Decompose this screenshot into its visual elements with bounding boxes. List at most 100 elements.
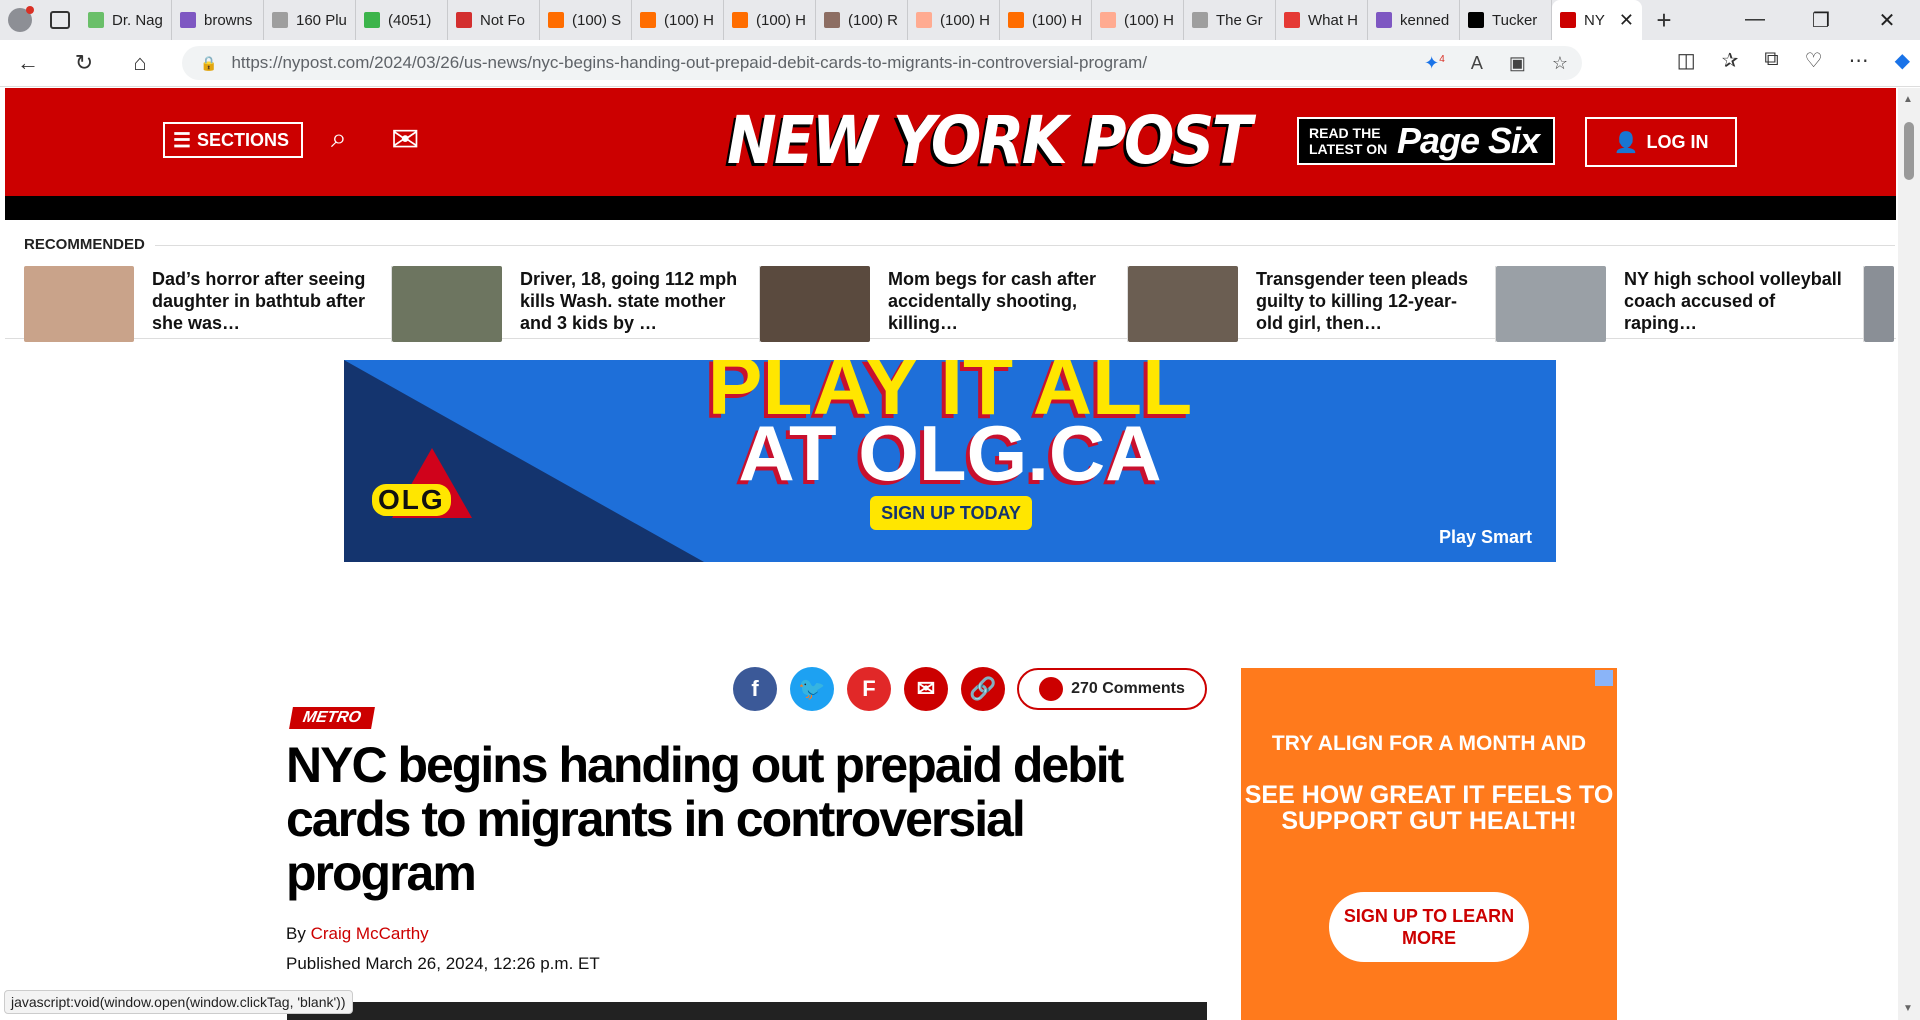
close-window-icon[interactable]: ✕ xyxy=(1854,8,1920,33)
tab-actions-icon[interactable] xyxy=(40,11,80,29)
article-headline: NYC begins handing out prepaid debit car… xyxy=(286,737,1124,901)
tab-3[interactable]: (4051) xyxy=(356,0,448,40)
close-tab-icon[interactable]: ✕ xyxy=(1611,10,1634,31)
lock-icon[interactable]: 🔒 xyxy=(200,55,217,72)
category-tag[interactable]: METRO xyxy=(289,707,375,729)
recommended-title[interactable]: Transgender teen pleads guilty to killin… xyxy=(1256,268,1476,334)
recommended-thumbnail[interactable] xyxy=(760,266,870,342)
mail-icon[interactable]: ✉ xyxy=(391,120,420,160)
url-text[interactable]: https://nypost.com/2024/03/26/us-news/ny… xyxy=(231,53,1147,73)
facebook-share-icon[interactable]: f xyxy=(733,667,777,711)
recommended-title[interactable]: Mom begs for cash after accidentally sho… xyxy=(888,268,1108,334)
scroll-up-icon[interactable]: ▲ xyxy=(1903,94,1913,105)
pagesix-small-text: READ THE LATEST ON xyxy=(1309,125,1388,157)
tab-favicon-icon xyxy=(88,12,104,28)
twitter-share-icon[interactable]: 🐦 xyxy=(790,667,834,711)
tab-2[interactable]: 160 Plu xyxy=(264,0,356,40)
web-page: ☰ SECTIONS ⌕ ✉ NEW YORK POST READ THE LA… xyxy=(5,88,1896,1020)
sections-label: SECTIONS xyxy=(196,129,289,150)
tab-favicon-icon xyxy=(548,12,564,28)
copy-link-icon[interactable]: 🔗 xyxy=(961,667,1005,711)
copilot-icon[interactable]: ◆ xyxy=(1895,48,1910,73)
ad-signup-button[interactable]: SIGN UP TODAY xyxy=(870,496,1032,530)
recommended-title[interactable]: Driver, 18, going 112 mph kills Wash. st… xyxy=(520,268,740,334)
profile-icon[interactable] xyxy=(0,0,40,40)
status-bar: javascript:void(window.open(window.click… xyxy=(4,990,353,1014)
adchoices-icon[interactable] xyxy=(1595,670,1613,686)
back-icon[interactable]: ← xyxy=(0,50,56,76)
tab-15[interactable]: Tucker xyxy=(1460,0,1552,40)
tab-title: (100) H xyxy=(1124,11,1175,29)
site-logo[interactable]: NEW YORK POST xyxy=(727,102,1252,179)
scroll-down-icon[interactable]: ▼ xyxy=(1903,1003,1913,1014)
tab-1[interactable]: browns xyxy=(172,0,264,40)
tab-favicon-icon xyxy=(1468,12,1484,28)
recommended-item[interactable]: Driver, 18, going 112 mph kills Wash. st… xyxy=(392,266,760,342)
collections-icon[interactable]: ⧉ xyxy=(1764,48,1778,73)
recommended-thumbnail[interactable] xyxy=(1864,266,1894,342)
tab-4[interactable]: Not Fo xyxy=(448,0,540,40)
pagesix-link[interactable]: READ THE LATEST ON Page Six xyxy=(1297,117,1555,165)
align-side-ad[interactable]: TRY ALIGN FOR A MONTH AND SEE HOW GREAT … xyxy=(1241,668,1617,1020)
extension-icon[interactable]: ✦4 xyxy=(1424,53,1445,74)
tab-10[interactable]: (100) H xyxy=(1000,0,1092,40)
tab-12[interactable]: The Gr xyxy=(1184,0,1276,40)
favorites-icon[interactable]: ✰ xyxy=(1722,48,1739,73)
tab-0[interactable]: Dr. Nag xyxy=(80,0,172,40)
restore-icon[interactable]: ❐ xyxy=(1788,8,1854,33)
tab-title: browns xyxy=(204,11,253,29)
side-ad-cta[interactable]: SIGN UP TO LEARN MORE xyxy=(1329,892,1529,962)
url-field[interactable]: 🔒 https://nypost.com/2024/03/26/us-news/… xyxy=(182,46,1582,80)
new-tab-button[interactable]: + xyxy=(1642,5,1686,36)
side-ad-text-1: TRY ALIGN FOR A MONTH AND xyxy=(1271,732,1587,755)
recommended-thumbnail[interactable] xyxy=(1128,266,1238,342)
app-available-icon[interactable]: ▣ xyxy=(1509,53,1526,74)
home-icon[interactable]: ⌂ xyxy=(112,50,168,76)
tab-9[interactable]: (100) H xyxy=(908,0,1000,40)
favorite-star-icon[interactable]: ☆ xyxy=(1552,53,1568,74)
author-link[interactable]: Craig McCarthy xyxy=(311,924,429,943)
extension-badge: 4 xyxy=(1439,53,1445,65)
olg-ad-banner[interactable]: PLAY IT ALL AT OLG.CA OLG SIGN UP TODAY … xyxy=(344,360,1556,562)
tab-active[interactable]: NY ✕ xyxy=(1552,0,1642,40)
flipboard-share-icon[interactable]: F xyxy=(847,667,891,711)
recommended-thumbnail[interactable] xyxy=(392,266,502,342)
byline: By Craig McCarthy xyxy=(286,924,429,944)
browser-essentials-icon[interactable]: ♡ xyxy=(1805,48,1823,73)
recommended-title[interactable]: NY high school volleyball coach accused … xyxy=(1624,268,1844,334)
split-screen-icon[interactable]: ◫ xyxy=(1677,48,1696,73)
search-icon[interactable]: ⌕ xyxy=(331,122,347,155)
tab-6[interactable]: (100) H xyxy=(632,0,724,40)
tab-5[interactable]: (100) S xyxy=(540,0,632,40)
scroll-thumb[interactable] xyxy=(1904,122,1914,180)
read-aloud-icon[interactable]: A xyxy=(1471,53,1483,74)
recommended-strip: RECOMMENDED Dad’s horror after seeing da… xyxy=(5,228,1896,342)
login-button[interactable]: 👤 LOG IN xyxy=(1585,117,1737,167)
email-share-icon[interactable]: ✉ xyxy=(904,667,948,711)
tab-favicon-icon xyxy=(1008,12,1024,28)
tab-title: kenned xyxy=(1400,11,1450,29)
tab-favicon-icon xyxy=(640,12,656,28)
tab-title: Not Fo xyxy=(480,11,526,29)
tab-title: (100) H xyxy=(756,11,807,29)
more-menu-icon[interactable]: ⋯ xyxy=(1849,48,1869,73)
comments-button[interactable]: 270 Comments xyxy=(1017,668,1207,710)
comment-bubble-icon xyxy=(1039,677,1064,701)
tab-13[interactable]: What H xyxy=(1276,0,1368,40)
recommended-item-partial[interactable] xyxy=(1864,266,1896,342)
recommended-item[interactable]: Mom begs for cash after accidentally sho… xyxy=(760,266,1128,342)
tab-8[interactable]: (100) R xyxy=(816,0,908,40)
recommended-item[interactable]: Dad’s horror after seeing daughter in ba… xyxy=(24,266,392,342)
recommended-thumbnail[interactable] xyxy=(1496,266,1606,342)
page-scrollbar[interactable]: ▲ ▼ xyxy=(1898,88,1920,1020)
recommended-item[interactable]: NY high school volleyball coach accused … xyxy=(1496,266,1864,342)
tab-11[interactable]: (100) H xyxy=(1092,0,1184,40)
recommended-title[interactable]: Dad’s horror after seeing daughter in ba… xyxy=(152,268,372,334)
tab-14[interactable]: kenned xyxy=(1368,0,1460,40)
tab-7[interactable]: (100) H xyxy=(724,0,816,40)
sections-button[interactable]: ☰ SECTIONS xyxy=(163,122,303,158)
refresh-icon[interactable]: ↻ xyxy=(56,50,112,76)
minimize-icon[interactable]: — xyxy=(1722,8,1788,33)
recommended-item[interactable]: Transgender teen pleads guilty to killin… xyxy=(1128,266,1496,342)
recommended-thumbnail[interactable] xyxy=(24,266,134,342)
